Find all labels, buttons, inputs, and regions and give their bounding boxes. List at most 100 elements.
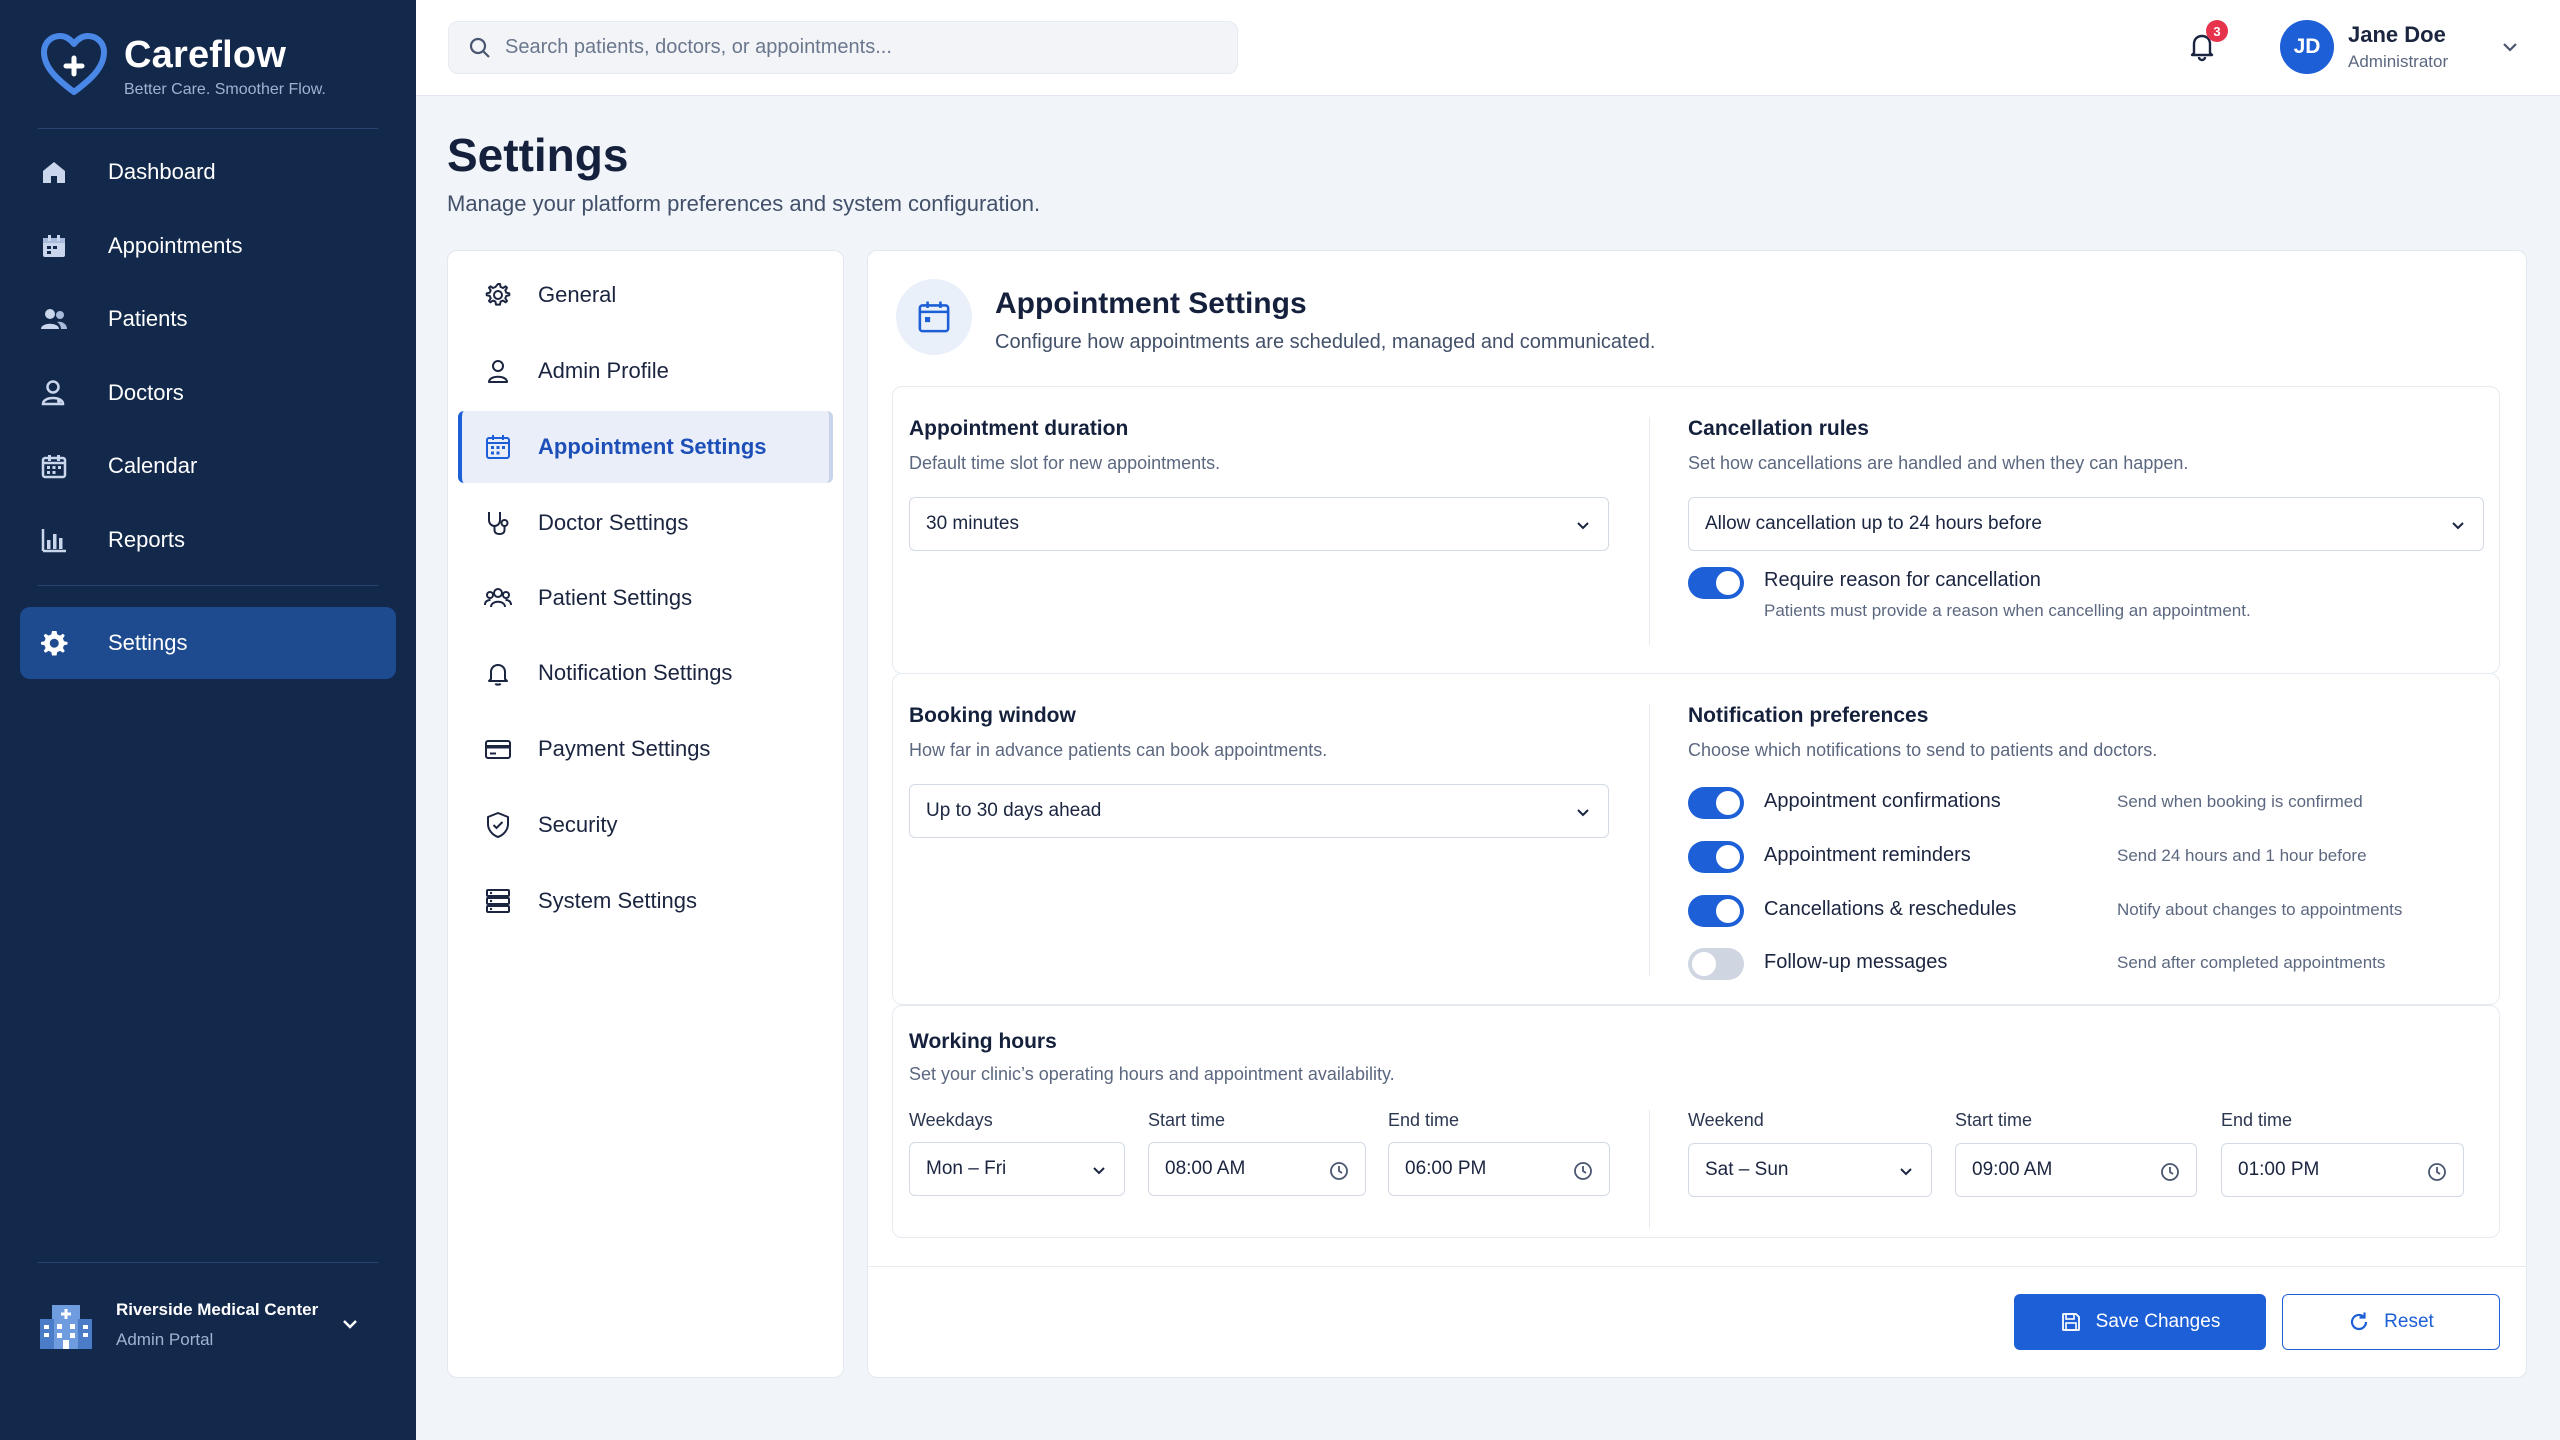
gear-icon (38, 627, 70, 659)
weekday-end-time-input[interactable]: 06:00 PM (1388, 1142, 1610, 1196)
settings-menu-notification-settings[interactable]: Notification Settings (458, 637, 833, 709)
appointment-duration-select[interactable]: 30 minutes (909, 497, 1609, 551)
chevron-down-icon (343, 1320, 357, 1329)
follow-up-toggle[interactable] (1688, 948, 1744, 980)
require-reason-toggle[interactable] (1688, 567, 1744, 599)
section-subtitle: Set your clinic’s operating hours and ap… (909, 1064, 1395, 1084)
clock-icon (1574, 1162, 1592, 1180)
sidebar-item-calendar[interactable]: Calendar (20, 430, 396, 502)
brand[interactable]: Careflow Better Care. Smoother Flow. (38, 30, 326, 99)
settings-menu-doctor-settings[interactable]: Doctor Settings (458, 487, 833, 559)
weekdays-select[interactable]: Mon – Fri (909, 1142, 1125, 1196)
sidebar-item-label: Reports (108, 526, 186, 552)
settings-menu-patient-settings[interactable]: Patient Settings (458, 562, 833, 634)
search-box[interactable] (448, 21, 1238, 74)
brand-name: Careflow (124, 34, 287, 76)
weekend-end-time-input[interactable]: 01:00 PM (2221, 1143, 2464, 1197)
column-divider (1649, 417, 1650, 645)
section-title: Cancellation rules (1688, 417, 1869, 440)
field-label: Weekend (1688, 1110, 1764, 1130)
user-menu[interactable]: JD Jane Doe Administrator (2280, 20, 2520, 74)
search-icon (469, 37, 490, 58)
doctor-icon (38, 377, 70, 409)
confirmations-toggle[interactable] (1688, 787, 1744, 819)
users-icon (38, 303, 70, 335)
section-subtitle: How far in advance patients can book app… (909, 740, 1328, 760)
weekend-select[interactable]: Sat – Sun (1688, 1143, 1932, 1197)
heart-cross-logo-icon (41, 33, 107, 95)
top-bar: 3 JD Jane Doe Administrator (416, 0, 2560, 96)
time-value: 09:00 AM (1972, 1159, 2053, 1180)
notification-label: Appointment reminders (1764, 844, 1971, 866)
org-subtitle: Admin Portal (116, 1330, 214, 1349)
section-title: Working hours (909, 1030, 1057, 1053)
settings-menu-security[interactable]: Security (458, 789, 833, 861)
weekend-start-time-input[interactable]: 09:00 AM (1955, 1143, 2197, 1197)
sidebar-item-appointments[interactable]: Appointments (20, 210, 396, 282)
footer-divider (868, 1266, 2526, 1267)
settings-menu-appointment-settings[interactable]: Appointment Settings (458, 411, 833, 483)
notification-label: Cancellations & reschedules (1764, 898, 2017, 920)
sidebar-item-settings[interactable]: Settings (20, 607, 396, 679)
page-title: Settings (447, 129, 629, 181)
section-title: Notification preferences (1688, 704, 1929, 727)
settings-menu-label: Appointment Settings (538, 434, 767, 459)
sidebar-divider (38, 128, 378, 129)
weekday-start-time-input[interactable]: 08:00 AM (1148, 1142, 1366, 1196)
bar-chart-icon (38, 524, 70, 556)
toggle-label: Require reason for cancellation (1764, 569, 2041, 591)
chevron-down-icon (1093, 1167, 1105, 1175)
brand-tagline: Better Care. Smoother Flow. (124, 81, 326, 98)
settings-menu-admin-profile[interactable]: Admin Profile (458, 335, 833, 407)
shield-icon (482, 809, 514, 841)
sidebar-item-label: Settings (108, 630, 188, 655)
gear-icon (482, 279, 514, 311)
sidebar-item-reports[interactable]: Reports (20, 504, 396, 576)
settings-menu-label: Patient Settings (538, 585, 693, 610)
reminders-toggle[interactable] (1688, 841, 1744, 873)
cancellation-rule-select[interactable]: Allow cancellation up to 24 hours before (1688, 497, 2484, 551)
sidebar-item-patients[interactable]: Patients (20, 283, 396, 355)
notification-description: Send 24 hours and 1 hour before (2117, 846, 2367, 865)
sidebar-item-doctors[interactable]: Doctors (20, 357, 396, 429)
settings-menu-system-settings[interactable]: System Settings (458, 865, 833, 937)
reset-button[interactable]: Reset (2282, 1294, 2500, 1350)
column-divider (1649, 704, 1650, 976)
bell-icon (482, 657, 514, 689)
booking-window-select[interactable]: Up to 30 days ahead (909, 784, 1609, 838)
reset-label: Reset (2384, 1311, 2434, 1332)
section-title: Booking window (909, 704, 1076, 727)
avatar: JD (2280, 20, 2334, 74)
settings-menu-payment-settings[interactable]: Payment Settings (458, 713, 833, 785)
chevron-down-icon (1900, 1168, 1912, 1176)
sidebar-divider (38, 585, 378, 586)
sidebar-item-dashboard[interactable]: Dashboard (20, 136, 396, 208)
settings-menu-label: Doctor Settings (538, 510, 689, 535)
calendar-icon (38, 230, 70, 262)
sidebar-nav: Dashboard Appointments Patients Doctors … (20, 136, 396, 681)
sidebar-item-label: Patients (108, 306, 188, 331)
org-switcher[interactable]: Riverside Medical Center Admin Portal (38, 1290, 378, 1360)
settings-menu-label: System Settings (538, 888, 697, 913)
section-subtitle: Set how cancellations are handled and wh… (1688, 453, 2189, 473)
save-changes-button[interactable]: Save Changes (2014, 1294, 2266, 1350)
select-value: Mon – Fri (926, 1158, 1007, 1179)
notification-count-badge: 3 (2206, 20, 2228, 42)
time-value: 01:00 PM (2238, 1159, 2320, 1180)
user-icon (482, 355, 514, 387)
chevron-down-icon (1577, 809, 1589, 817)
org-name: Riverside Medical Center (116, 1300, 319, 1319)
cancellations-reschedules-toggle[interactable] (1688, 895, 1744, 927)
duration-cancellation-card: Appointment duration Default time slot f… (892, 386, 2500, 674)
settings-menu: General Admin Profile Appointment Settin… (447, 250, 844, 1378)
settings-menu-label: Notification Settings (538, 660, 733, 685)
sidebar: Careflow Better Care. Smoother Flow. Das… (0, 0, 416, 1440)
search-input[interactable] (505, 36, 1205, 59)
working-hours-card: Working hours Set your clinic’s operatin… (892, 1005, 2500, 1238)
select-value: Sat – Sun (1705, 1159, 1789, 1180)
clock-icon (2161, 1163, 2179, 1181)
field-label: End time (2221, 1110, 2293, 1130)
notifications-button[interactable]: 3 (2184, 20, 2228, 68)
time-value: 06:00 PM (1405, 1158, 1487, 1179)
settings-menu-general[interactable]: General (458, 259, 833, 331)
